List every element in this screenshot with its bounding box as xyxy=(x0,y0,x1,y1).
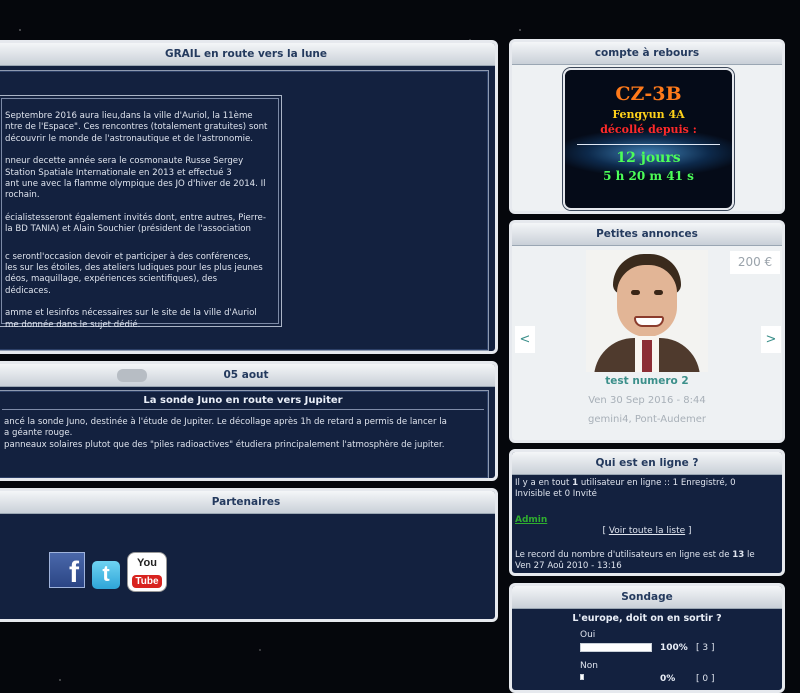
sondage-title: Sondage xyxy=(512,586,782,609)
annonce-date: Ven 30 Sep 2016 - 8:44 xyxy=(588,395,706,406)
poll-percent: 0% xyxy=(660,674,676,684)
online-line1-post: utilisateur en ligne :: 1 Enregistré, 0 xyxy=(578,478,736,488)
online-title: Qui est en ligne ? xyxy=(512,452,782,475)
countdown-payload: Fengyun 4A xyxy=(612,108,685,121)
juno-panel: 05 aout La sonde Juno en route vers Jupi… xyxy=(0,361,498,481)
juno-text: ancé la sonde Juno, destinée à l'étude d… xyxy=(0,417,488,451)
grail-line: ant une avec la flamme olympique des JO … xyxy=(5,179,266,190)
annonces-title: Petites annonces xyxy=(512,223,782,246)
grail-line: les sur les étoiles, des ateliers ludiqu… xyxy=(5,263,263,274)
countdown-divider xyxy=(577,144,720,145)
grail-line: Septembre 2016 aura lieu,dans la ville d… xyxy=(5,111,253,121)
photo-eye-left xyxy=(631,290,640,295)
grail-line: dédicaces. xyxy=(5,285,51,296)
juno-article: La sonde Juno en route vers Jupiter ancé… xyxy=(0,390,489,478)
partenaires-panel: Partenaires f t You Tube xyxy=(0,488,498,622)
countdown-panel: compte à rebours CZ-3B Fengyun 4A décoll… xyxy=(509,39,785,214)
grail-line: ntre de l'Espace". Ces rencontres (total… xyxy=(5,122,268,133)
facebook-letter: f xyxy=(69,556,79,589)
full-list-close: ] xyxy=(685,526,692,536)
next-button[interactable]: > xyxy=(761,326,781,353)
annonces-panel: Petites annonces 200 € < > test numero 2… xyxy=(509,220,785,443)
twitter-icon[interactable]: t xyxy=(92,561,120,589)
poll-option-label: Non xyxy=(580,661,598,671)
poll-percent: 100% xyxy=(660,643,688,653)
annonce-location: gemini4, Pont-Audemer xyxy=(588,414,706,425)
juno-title: La sonde Juno en route vers Jupiter xyxy=(143,395,343,406)
youtube-you: You xyxy=(137,557,157,569)
poll-count: [ 3 ] xyxy=(696,643,715,653)
partenaires-title: Partenaires xyxy=(0,491,495,514)
countdown-days: 12 jours xyxy=(616,150,681,166)
record-pre: Le record du nombre d'utilisateurs en li… xyxy=(515,550,733,560)
grail-panel: GRAIL en route vers la lune Septembre 20… xyxy=(0,40,498,354)
full-list-link[interactable]: Voir toute la liste xyxy=(609,526,685,536)
online-record: Le record du nombre d'utilisateurs en li… xyxy=(515,550,781,573)
youtube-icon[interactable]: You Tube xyxy=(128,553,166,591)
record-date: Ven 27 Aoû 2010 - 13:16 xyxy=(515,561,622,572)
grail-line: découvrir le monde de l'astronautique et… xyxy=(5,133,253,144)
grail-line: Station Spatiale Internationale en 2013 … xyxy=(5,167,232,178)
juno-line: ancé la sonde Juno, destinée à l'étude d… xyxy=(4,417,447,427)
grail-text-box: Septembre 2016 aura lieu,dans la ville d… xyxy=(0,95,282,330)
admin-link[interactable]: Admin xyxy=(515,515,547,525)
poll-count: [ 0 ] xyxy=(696,674,715,684)
juno-date: 05 aout xyxy=(223,369,269,381)
twitter-letter: t xyxy=(102,561,110,586)
grail-line: me donnée dans le sujet dédié. xyxy=(5,319,141,330)
countdown-rocket: CZ-3B xyxy=(615,83,682,105)
sondage-panel: Sondage L'europe, doit on en sortir ? Ou… xyxy=(509,583,785,693)
grail-line: écialistesseront également invités dont,… xyxy=(5,212,266,223)
poll-question: L'europe, doit on en sortir ? xyxy=(572,613,722,624)
annonce-price: 200 € xyxy=(730,251,780,274)
online-panel: Qui est en ligne ? Il y a en tout 1 util… xyxy=(509,449,785,576)
grail-panel-title: GRAIL en route vers la lune xyxy=(0,43,495,66)
prev-button[interactable]: < xyxy=(515,326,535,353)
annonce-title-link[interactable]: test numero 2 xyxy=(512,375,782,387)
grail-line: la BD TANIA) et Alain Souchier (présiden… xyxy=(5,224,251,235)
photo-eye-right xyxy=(654,290,663,295)
juno-panel-header: 05 aout xyxy=(0,364,495,387)
online-line2: Invisible et 0 Invité xyxy=(515,489,597,500)
grail-line: nneur decette année sera le cosmonaute R… xyxy=(5,156,244,167)
facebook-icon[interactable]: f xyxy=(49,552,85,589)
photo-tie xyxy=(642,340,652,372)
photo-mouth xyxy=(634,316,664,327)
countdown-status: décollé depuis : xyxy=(600,123,697,136)
countdown-title: compte à rebours xyxy=(512,42,782,65)
juno-line: a géante rouge. xyxy=(4,428,73,439)
online-line1-pre: Il y a en tout xyxy=(515,478,573,488)
poll-bar-track xyxy=(580,674,584,680)
grail-article: Septembre 2016 aura lieu,dans la ville d… xyxy=(0,70,489,351)
grail-line: rochain. xyxy=(5,190,40,201)
juno-line: panneaux solaires plutot que des "piles … xyxy=(4,439,445,450)
grail-line: amme et lesinfos nécessaires sur le site… xyxy=(5,308,257,319)
poll-bar-fill xyxy=(581,644,651,651)
grail-text: Septembre 2016 aura lieu,dans la ville d… xyxy=(5,111,277,331)
record-post: le xyxy=(744,550,755,560)
online-stats: Il y a en tout 1 utilisateur en ligne ::… xyxy=(512,475,782,501)
annonce-photo[interactable] xyxy=(586,250,708,372)
record-count: 13 xyxy=(732,550,745,560)
full-list: [ Voir toute la liste ] xyxy=(512,526,782,536)
countdown-widget: CZ-3B Fengyun 4A décollé depuis : 12 jou… xyxy=(563,68,734,210)
user-avatar-blur xyxy=(117,369,147,382)
poll-bar-track xyxy=(580,643,652,652)
grail-line: déos, maquillage, expériences scientifiq… xyxy=(5,274,218,285)
grail-line: c serontl'occasion devoir et participer … xyxy=(5,251,251,262)
youtube-tube: Tube xyxy=(132,575,162,588)
countdown-time: 5 h 20 m 41 s xyxy=(603,169,694,183)
poll-option-label: Oui xyxy=(580,630,596,640)
